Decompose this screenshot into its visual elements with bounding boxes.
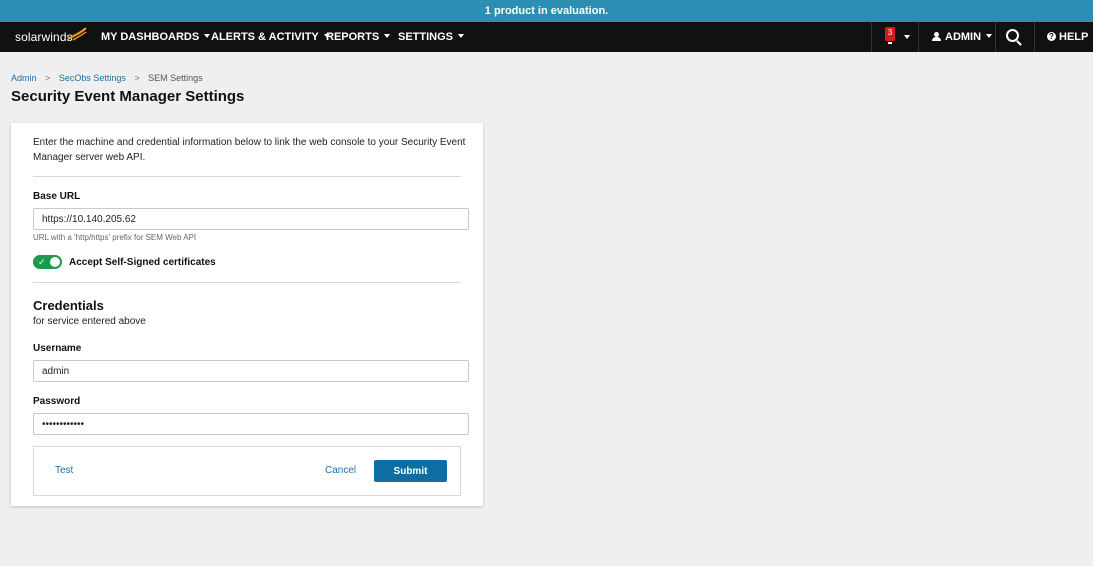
cancel-button[interactable]: Cancel bbox=[325, 465, 356, 476]
password-label: Password bbox=[33, 396, 81, 407]
chevron-down-icon bbox=[458, 34, 465, 39]
breadcrumb: Admin > SecObs Settings > SEM Settings bbox=[11, 73, 203, 83]
solarwinds-logo-icon bbox=[67, 27, 87, 41]
nav-settings[interactable]: SETTINGS bbox=[398, 31, 465, 43]
nav-reports-label: REPORTS bbox=[326, 31, 380, 43]
breadcrumb-secobs-settings[interactable]: SecObs Settings bbox=[59, 73, 126, 83]
nav-divider bbox=[1034, 22, 1035, 52]
base-url-input[interactable] bbox=[33, 208, 469, 230]
accept-self-signed-label: Accept Self-Signed certificates bbox=[69, 257, 216, 268]
nav-divider bbox=[918, 22, 919, 52]
chevron-down-icon bbox=[384, 34, 391, 39]
username-input[interactable] bbox=[33, 360, 469, 382]
chevron-down-icon[interactable] bbox=[904, 35, 910, 39]
nav-settings-label: SETTINGS bbox=[398, 31, 454, 43]
breadcrumb-admin[interactable]: Admin bbox=[11, 73, 37, 83]
alert-count: 3 bbox=[887, 28, 893, 37]
credentials-subtitle: for service entered above bbox=[33, 316, 146, 327]
nav-my-dashboards[interactable]: MY DASHBOARDS bbox=[101, 31, 211, 43]
toggle-knob bbox=[50, 257, 60, 267]
help-label: HELP bbox=[1059, 31, 1089, 43]
credentials-title: Credentials bbox=[33, 298, 104, 313]
check-icon: ✓ bbox=[38, 257, 46, 267]
top-navigation: solarwinds MY DASHBOARDS ALERTS & ACTIVI… bbox=[0, 22, 1093, 52]
page-title: Security Event Manager Settings bbox=[11, 88, 245, 105]
breadcrumb-current: SEM Settings bbox=[148, 73, 203, 83]
evaluation-banner-text: 1 product in evaluation. bbox=[484, 5, 609, 17]
username-label: Username bbox=[33, 343, 82, 354]
search-icon[interactable] bbox=[1006, 29, 1019, 42]
user-menu-label: ADMIN bbox=[945, 31, 982, 43]
alert-notification-button[interactable]: 3 bbox=[885, 27, 895, 44]
sem-settings-form: Enter the machine and credential informa… bbox=[11, 123, 483, 506]
person-icon bbox=[932, 31, 941, 41]
base-url-hint: URL with a 'http/https' prefix for SEM W… bbox=[33, 233, 197, 242]
help-link[interactable]: ? HELP bbox=[1047, 31, 1088, 43]
nav-alerts-activity-label: ALERTS & ACTIVITY bbox=[211, 31, 319, 43]
breadcrumb-separator: > bbox=[134, 73, 140, 83]
evaluation-banner: 1 product in evaluation. bbox=[0, 0, 1093, 22]
nav-reports[interactable]: REPORTS bbox=[326, 31, 391, 43]
divider bbox=[33, 176, 461, 177]
nav-my-dashboards-label: MY DASHBOARDS bbox=[101, 31, 200, 43]
nav-divider bbox=[871, 22, 872, 52]
form-actions: Test Cancel Submit bbox=[33, 446, 461, 496]
submit-button[interactable]: Submit bbox=[374, 460, 447, 482]
nav-alerts-activity[interactable]: ALERTS & ACTIVITY bbox=[211, 31, 330, 43]
nav-divider bbox=[995, 22, 996, 52]
chevron-down-icon bbox=[204, 34, 211, 39]
help-icon: ? bbox=[1047, 31, 1056, 41]
solarwinds-logo[interactable]: solarwinds bbox=[15, 30, 73, 44]
user-menu[interactable]: ADMIN bbox=[932, 31, 993, 43]
chevron-down-icon bbox=[986, 34, 993, 39]
breadcrumb-separator: > bbox=[45, 73, 51, 83]
base-url-label: Base URL bbox=[33, 191, 81, 202]
accept-self-signed-toggle[interactable]: ✓ bbox=[33, 255, 62, 269]
divider bbox=[33, 282, 461, 283]
form-intro-text: Enter the machine and credential informa… bbox=[33, 137, 466, 163]
password-input[interactable] bbox=[33, 413, 469, 435]
test-button[interactable]: Test bbox=[55, 465, 73, 476]
